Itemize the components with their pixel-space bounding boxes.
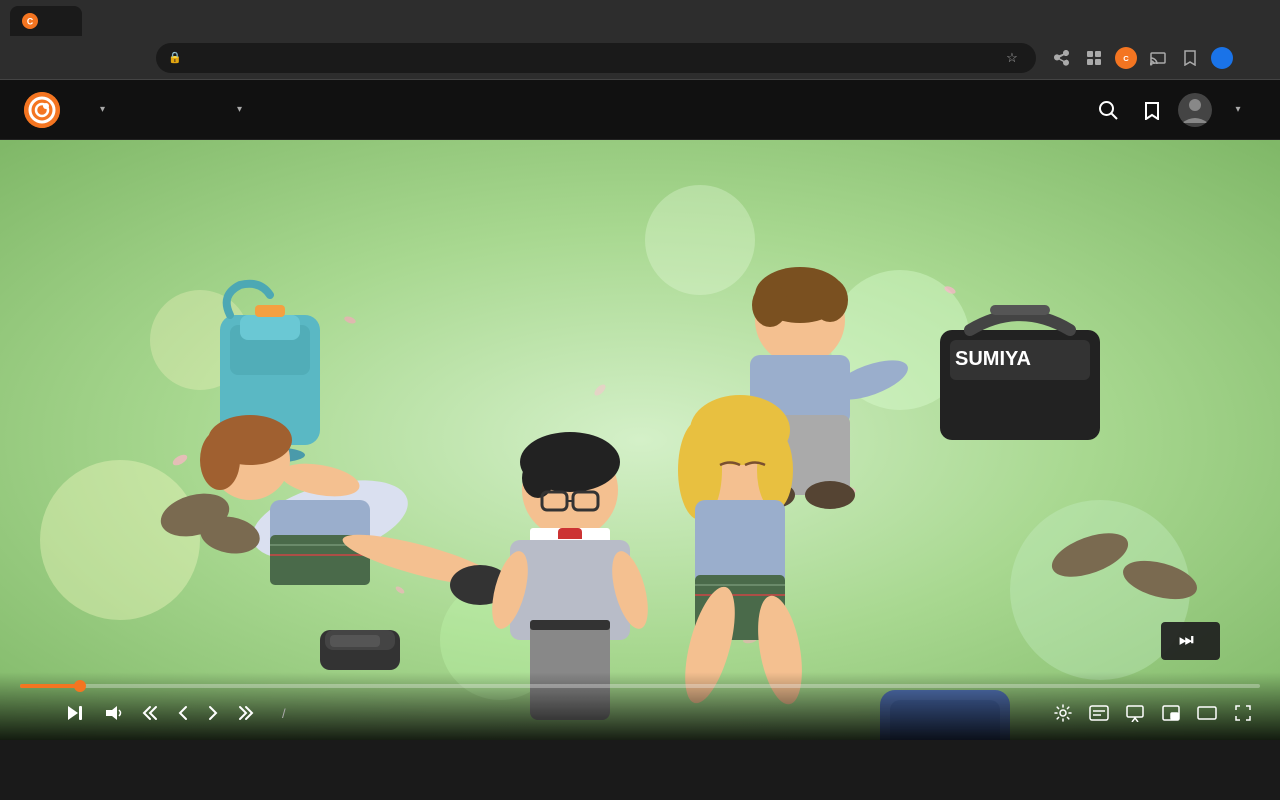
svg-text:SUMIYA: SUMIYA [955, 348, 1031, 370]
search-button[interactable] [1090, 92, 1126, 128]
address-input[interactable]: 🔒 ☆ [156, 43, 1036, 73]
refresh-button[interactable] [84, 44, 112, 72]
play-button[interactable] [20, 696, 54, 730]
new-tab-button[interactable] [82, 8, 110, 36]
subtitles-button[interactable] [1082, 696, 1116, 730]
forward30-button[interactable] [200, 701, 226, 726]
theater-mode-button[interactable] [1190, 696, 1224, 730]
forward-button[interactable] [48, 44, 76, 72]
time-separator: / [282, 706, 286, 721]
active-tab[interactable]: C [10, 6, 82, 36]
cast-icon[interactable] [1144, 44, 1172, 72]
fullscreen-button[interactable] [1226, 696, 1260, 730]
tab-favicon: C [22, 13, 38, 29]
nav-news[interactable]: ▾ [221, 96, 254, 123]
video-player: SUMIYA [0, 140, 1280, 740]
right-controls [1046, 696, 1260, 730]
share-icon[interactable] [1048, 44, 1076, 72]
user-menu-chevron[interactable]: ▾ [1220, 92, 1256, 128]
forward130-button[interactable] [230, 701, 262, 726]
svg-text:C: C [1123, 53, 1129, 62]
anime-illustration: SUMIYA [0, 140, 1280, 740]
airplay-button[interactable] [1118, 696, 1152, 730]
news-chevron: ▾ [237, 104, 242, 115]
progress-fill [20, 684, 80, 688]
cr-extension: C [1115, 47, 1137, 69]
browser-titlebar: C 🔒 ☆ [0, 0, 1280, 80]
nav-store[interactable] [189, 102, 213, 118]
browse-chevron: ▾ [100, 104, 105, 115]
rewind30-button[interactable] [134, 701, 166, 726]
miniplayer-button[interactable] [1154, 696, 1188, 730]
user-avatar [1211, 47, 1233, 69]
volume-button[interactable] [96, 696, 130, 730]
rewind10-button[interactable] [170, 701, 196, 726]
settings-button[interactable] [1046, 696, 1080, 730]
address-right-icons: ☆ [1000, 46, 1024, 70]
progress-bar[interactable] [20, 684, 1260, 688]
progress-thumb [74, 680, 86, 692]
site-navbar: ▾ ▾ [0, 80, 1280, 140]
video-artwork: SUMIYA [0, 140, 1280, 740]
tab-close-btn[interactable] [54, 13, 70, 29]
profile-button[interactable] [1208, 44, 1236, 72]
logo-link[interactable] [24, 92, 68, 128]
logo-icon [24, 92, 60, 128]
home-button[interactable] [120, 44, 148, 72]
controls-row: / [20, 696, 1260, 730]
next-episode-button[interactable] [58, 696, 92, 730]
nav-games[interactable] [157, 102, 181, 118]
extensions-icon[interactable] [1080, 44, 1108, 72]
skip-icon: ⏭ [1179, 632, 1194, 650]
skip-intro-button[interactable]: ⏭ [1161, 622, 1220, 660]
address-bar: 🔒 ☆ C [0, 36, 1280, 80]
svg-text:C: C [27, 17, 34, 27]
nav-manga[interactable] [125, 102, 149, 118]
crunchyroll-ext-icon[interactable]: C [1112, 44, 1140, 72]
bookmark-icon[interactable] [1176, 44, 1204, 72]
video-controls: / [0, 672, 1280, 740]
nav-browse[interactable]: ▾ [84, 96, 117, 123]
user-menu-button[interactable] [1178, 93, 1212, 127]
tab-bar: C [10, 0, 110, 36]
star-icon[interactable]: ☆ [1000, 46, 1024, 70]
browser-toolbar: C [1048, 44, 1268, 72]
watchlist-button[interactable] [1134, 92, 1170, 128]
back-button[interactable] [12, 44, 40, 72]
menu-button[interactable] [1240, 44, 1268, 72]
lock-icon: 🔒 [168, 51, 182, 64]
nav-right: ▾ [1090, 92, 1256, 128]
